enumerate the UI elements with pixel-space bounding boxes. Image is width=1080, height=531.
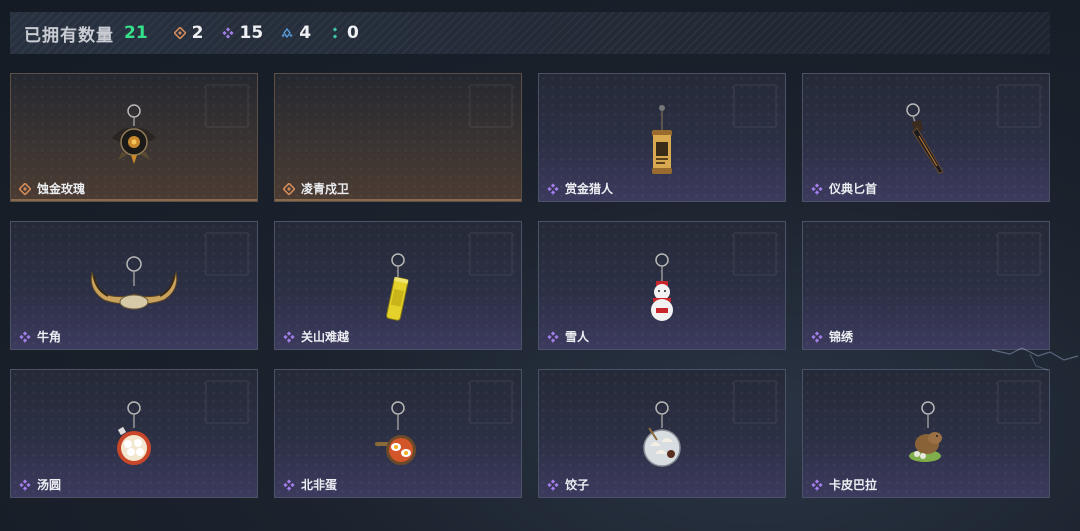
purple-diamond-icon [547,182,559,195]
blue-diamond-icon [281,27,293,39]
snowman-icon [651,253,673,321]
item-card[interactable]: 卡皮巴拉 [802,369,1050,498]
purple-diamond-icon [547,330,559,343]
gold-diamond-icon [173,27,186,39]
rarity-count: 15 [239,23,264,43]
purple-diamond-icon [283,478,295,491]
item-name-label: 仪典匕首 [829,182,878,196]
item-card[interactable]: 雪人 [538,221,786,350]
item-name-label: 饺子 [565,478,590,492]
item-name: 北非蛋 [283,476,337,493]
purple-diamond-icon [19,478,31,491]
lightning-decoration [991,347,1079,371]
dumpling-plate-icon [643,401,681,467]
purple-diamond-icon [19,330,31,343]
purple-diamond-icon [221,27,234,39]
item-name: 仪典匕首 [811,180,877,197]
item-name: 赏金猎人 [547,180,613,197]
item-name-label: 牛角 [37,330,62,344]
item-name-label: 卡皮巴拉 [829,478,878,492]
item-name: 蚀金玫瑰 [19,180,85,197]
rarity-count: 4 [299,23,312,43]
item-card[interactable]: 蚀金玫瑰 [10,73,258,202]
item-name: 凌青戍卫 [283,180,349,197]
item-card[interactable]: 凌青戍卫 [274,73,522,202]
shakshuka-icon [375,401,416,465]
purple-diamond-icon [811,330,823,343]
purple-diamond-icon [811,182,823,195]
rarity-blue-count: 4 [281,23,311,43]
owned-label: 已拥有数量 [24,25,114,46]
wanted-poster-icon [652,105,672,174]
rarity-teal-count: 0 [329,23,359,43]
rarity-purple-count: 15 [221,23,264,43]
gold-diamond-icon [19,182,31,195]
item-name-label: 北非蛋 [301,478,338,492]
teal-dots-icon [332,27,338,39]
tangyuan-bowl-icon [117,401,151,465]
rose-pendant-icon [112,104,156,164]
pendant-grid: 蚀金玫瑰 凌青戍卫 赏金猎人 仪典匕首 牛角 关山难越 雪人 锦绣 汤圆 北非蛋… [10,73,1052,498]
purple-diamond-icon [547,478,559,491]
item-card[interactable]: 饺子 [538,369,786,498]
item-name: 关山难越 [283,328,349,345]
dagger-icon [906,103,944,174]
item-name-label: 蚀金玫瑰 [37,182,86,196]
item-name: 牛角 [19,328,61,345]
gold-diamond-icon [283,182,295,195]
item-name: 饺子 [547,476,589,493]
owned-count: 21 [124,23,148,43]
rarity-count: 2 [191,23,204,43]
item-card[interactable]: 仪典匕首 [802,73,1050,202]
item-name-label: 锦绣 [829,330,854,344]
item-name: 汤圆 [19,476,61,493]
item-name-label: 赏金猎人 [565,182,614,196]
item-name-label: 关山难越 [301,330,350,344]
collection-summary-bar: 已拥有数量 21 2 15 4 0 [10,12,1050,54]
rarity-count: 0 [347,23,359,43]
item-card[interactable]: 赏金猎人 [538,73,786,202]
rarity-gold-count: 2 [173,23,204,43]
item-card[interactable]: 关山难越 [274,221,522,350]
purple-diamond-icon [811,478,823,491]
item-name-label: 雪人 [565,330,590,344]
item-name: 卡皮巴拉 [811,476,877,493]
item-card[interactable]: 牛角 [10,221,258,350]
item-name: 锦绣 [811,328,853,345]
capybara-icon [909,401,942,462]
purple-diamond-icon [283,330,295,343]
item-card[interactable]: 锦绣 [802,221,1050,350]
item-card[interactable]: 汤圆 [10,369,258,498]
item-card[interactable]: 北非蛋 [274,369,522,498]
item-name: 雪人 [547,328,589,345]
item-name-label: 汤圆 [37,478,62,492]
yellow-can-icon [386,253,409,321]
horn-icon [90,256,178,310]
item-name-label: 凌青戍卫 [301,182,350,196]
